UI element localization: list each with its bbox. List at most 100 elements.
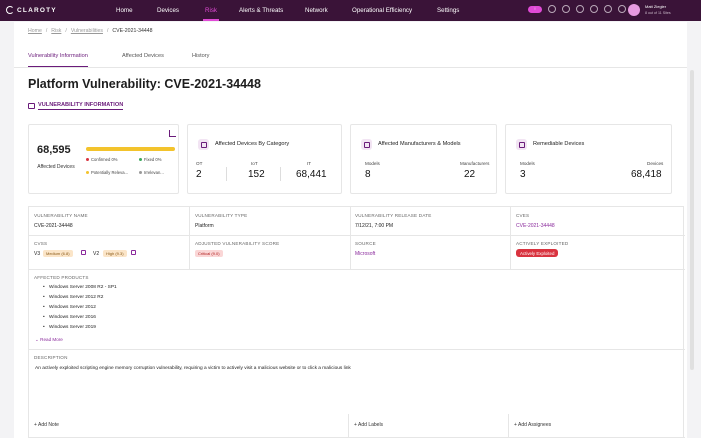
add-labels-button[interactable]: + Add Labels	[354, 422, 383, 428]
read-more-label: Read More	[40, 337, 63, 342]
manufacturers-models-card: Affected Manufacturers & Models Models 8…	[350, 124, 497, 194]
legend-confirmed: Confirmed 0%	[86, 157, 118, 162]
tab-divider	[14, 67, 687, 68]
read-more-link[interactable]: ⌄ Read More	[35, 337, 63, 343]
tab-vulnerability-information[interactable]: Vulnerability Information	[28, 53, 88, 67]
stat-ot-label: OT	[196, 161, 203, 166]
vuln-type-value: Platform	[195, 223, 214, 229]
breadcrumb-separator: /	[65, 28, 67, 34]
stat-manufacturers-label: Manufacturers	[460, 161, 490, 166]
nav-risk[interactable]: Risk	[199, 0, 223, 21]
nav-devices[interactable]: Devices	[151, 0, 185, 21]
adjusted-score-label: ADJUSTED VULNERABILITY SCORE	[195, 241, 280, 246]
toolbar-icons: !	[528, 5, 626, 13]
stat-divider	[226, 167, 227, 181]
nav-settings[interactable]: Settings	[431, 0, 465, 21]
breadcrumb-separator: /	[45, 28, 48, 34]
cvss-v2-label: V2	[93, 251, 100, 257]
source-link[interactable]: Microsoft	[355, 251, 375, 257]
vuln-type-label: VULNERABILITY TYPE	[195, 213, 248, 218]
fixed-dot-icon	[139, 158, 142, 161]
external-link-icon[interactable]	[131, 250, 136, 255]
product-item: Windows Server 2019	[43, 325, 96, 330]
devices-by-category-card: Affected Devices By Category OT 2 IoT 15…	[187, 124, 342, 194]
legend-potentially-relevant: Potentially Releva...	[86, 170, 128, 175]
grid-col-divider	[510, 207, 511, 269]
grid-col-divider	[350, 207, 351, 269]
stat-iot-value: 152	[248, 169, 265, 180]
external-link-icon[interactable]	[81, 250, 86, 255]
stat-it-value: 68,441	[296, 169, 327, 180]
remediable-card-title: Remediable Devices	[533, 141, 585, 147]
manufacturer-icon	[361, 139, 372, 150]
top-navigation-bar: CLAROTY Home Devices Risk Alerts & Threa…	[0, 0, 701, 21]
search-icon[interactable]	[548, 5, 556, 13]
breadcrumb-home[interactable]: Home	[28, 28, 42, 34]
tab-history[interactable]: History	[192, 53, 209, 65]
stat-divider	[280, 167, 281, 181]
vuln-name-value: CVE-2021-34448	[34, 223, 73, 229]
legend-fixed: Fixed 0%	[139, 157, 161, 162]
add-assignees-button[interactable]: + Add Assignees	[514, 422, 551, 428]
avatar[interactable]	[628, 4, 640, 16]
product-item: Windows Server 2012	[43, 305, 96, 310]
remediate-icon	[516, 139, 527, 150]
nav-alerts-threats[interactable]: Alerts & Threats	[233, 0, 289, 21]
nav-network[interactable]: Network	[299, 0, 334, 21]
stat-remediable-devices-value: 68,418	[631, 169, 662, 180]
confirmed-dot-icon	[86, 158, 89, 161]
affected-status-bar[interactable]	[86, 147, 175, 151]
add-note-button[interactable]: + Add Note	[34, 422, 59, 428]
adjusted-score-badge: Critical (9.0)	[195, 250, 223, 257]
notification-pill-icon[interactable]: !	[528, 5, 542, 13]
nav-home[interactable]: Home	[110, 0, 139, 21]
legend-irrelevant-label: Irrelevan...	[144, 170, 164, 175]
globe-icon[interactable]	[604, 5, 612, 13]
footer-divider	[348, 414, 349, 438]
grid-row-divider	[29, 269, 685, 270]
legend-confirmed-label: Confirmed 0%	[91, 157, 118, 162]
page-scrollbar[interactable]	[690, 70, 694, 370]
affected-devices-card: 68,595 Affected Devices Confirmed 0% Fix…	[28, 124, 179, 194]
chart-icon[interactable]	[169, 130, 176, 137]
category-card-title: Affected Devices By Category	[215, 141, 290, 147]
claroty-logo[interactable]: CLAROTY	[6, 6, 57, 14]
breadcrumb-risk[interactable]: Risk	[51, 28, 61, 34]
brand-name: CLAROTY	[17, 6, 57, 14]
gear-icon[interactable]	[590, 5, 598, 13]
user-menu[interactable]: Matt Ziegler 8 out of 11 Sites	[645, 4, 671, 16]
monitor-icon	[28, 103, 35, 109]
legend-potential-label: Potentially Releva...	[91, 170, 129, 175]
stat-iot-label: IoT	[251, 161, 258, 166]
tab-affected-devices[interactable]: Affected Devices	[122, 53, 164, 65]
stat-it-label: IT	[307, 161, 312, 166]
bell-icon[interactable]	[562, 5, 570, 13]
cve-link[interactable]: CVE-2021-34448	[516, 223, 555, 229]
remediable-devices-card: Remediable Devices Models 3 Devices 68,4…	[505, 124, 672, 194]
breadcrumb: Home / Risk / Vulnerabilities / CVE-2021…	[28, 28, 153, 34]
affected-count: 68,595	[37, 144, 71, 156]
description-label: DESCRIPTION	[34, 355, 68, 360]
breadcrumb-vulnerabilities[interactable]: Vulnerabilities	[71, 28, 103, 34]
grid-col-divider	[189, 207, 190, 269]
stat-remediable-models-label: Models	[520, 161, 535, 166]
product-item: Windows Server 2012 R2	[43, 295, 103, 300]
affected-label: Affected Devices	[37, 164, 75, 170]
stat-remediable-devices-label: Devices	[647, 161, 664, 166]
cvss-v3-label: V3	[34, 251, 41, 257]
user-sites: 8 out of 11 Sites	[645, 11, 671, 15]
nav-operational-efficiency[interactable]: Operational Efficiency	[346, 0, 418, 21]
product-item: Windows Server 2016	[43, 315, 96, 320]
help-icon[interactable]	[576, 5, 584, 13]
description-text: An actively exploited scripting engine m…	[35, 366, 351, 371]
breadcrumb-separator: /	[106, 28, 109, 34]
grid-icon[interactable]	[618, 5, 626, 13]
stat-models-value: 8	[365, 169, 371, 180]
section-header[interactable]: VULNERABILITY INFORMATION	[28, 102, 124, 110]
release-date-value: 7/12/21, 7:00 PM	[355, 223, 394, 229]
legend-irrelevant: Irrelevan...	[139, 170, 164, 175]
actively-exploited-label: ACTIVELY EXPLOITED	[516, 241, 569, 246]
stat-models-label: Models	[365, 161, 380, 166]
breadcrumb-current: CVE-2021-34448	[112, 28, 153, 34]
cvss-v2-badge: High (9.3)	[103, 250, 127, 257]
